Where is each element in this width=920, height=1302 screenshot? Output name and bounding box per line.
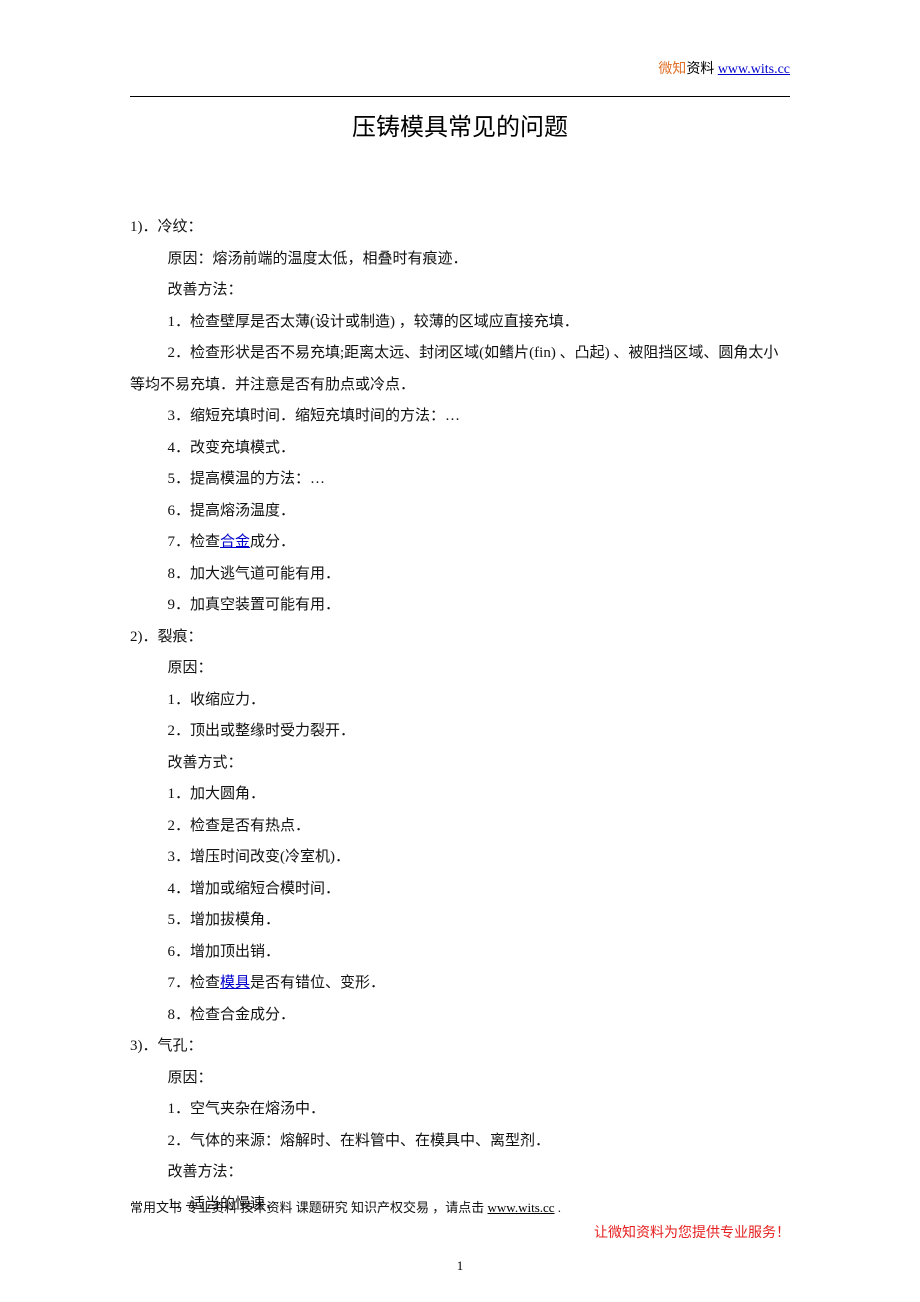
- section-2-head: 2)．裂痕：: [130, 622, 790, 654]
- section-2-item-6: 6．增加顶出销．: [130, 937, 790, 969]
- section-1-item-4: 4．改变充填模式．: [130, 433, 790, 465]
- section-1-item-7: 7．检查合金成分．: [130, 527, 790, 559]
- footer-text-post: .: [555, 1200, 562, 1215]
- footer-link[interactable]: www.wits.cc: [488, 1200, 555, 1215]
- text: 2．检查形状是否不易充填;距离太远、封闭区域(如鳍片(fin) 、凸起) 、被阻…: [130, 345, 778, 393]
- section-3-cause-1: 1．空气夹杂在熔汤中．: [130, 1094, 790, 1126]
- section-2-cause-1: 1．收缩应力．: [130, 685, 790, 717]
- header-brand: 微知资料 www.wits.cc: [658, 58, 790, 78]
- section-3-cause-label: 原因：: [130, 1063, 790, 1095]
- section-1-item-9: 9．加真空装置可能有用．: [130, 590, 790, 622]
- section-2-item-7: 7．检查模具是否有错位、变形．: [130, 968, 790, 1000]
- section-1-item-5: 5．提高模温的方法：…: [130, 464, 790, 496]
- section-2-cause-2: 2．顶出或整缘时受力裂开．: [130, 716, 790, 748]
- section-2-item-8: 8．检查合金成分．: [130, 1000, 790, 1032]
- header-divider: [130, 96, 790, 97]
- section-1-item-8: 8．加大逃气道可能有用．: [130, 559, 790, 591]
- section-2-item-2: 2．检查是否有热点．: [130, 811, 790, 843]
- section-2-item-5: 5．增加拔模角．: [130, 905, 790, 937]
- page-title: 压铸模具常见的问题: [130, 107, 790, 142]
- document-body: 1)．冷纹： 原因：熔汤前端的温度太低，相叠时有痕迹． 改善方法： 1．检查壁厚…: [130, 212, 790, 1220]
- section-2-item-3: 3．增压时间改变(冷室机)．: [130, 842, 790, 874]
- mold-link[interactable]: 模具: [220, 975, 250, 991]
- section-3-fix-label: 改善方法：: [130, 1157, 790, 1189]
- footer-line-2: 让微知资料为您提供专业服务！: [130, 1222, 790, 1242]
- brand-right: 资料: [686, 62, 714, 77]
- section-2-cause-label: 原因：: [130, 653, 790, 685]
- text-pre: 7．检查: [168, 975, 221, 991]
- section-1-item-1: 1．检查壁厚是否太薄(设计或制造) ，较薄的区域应直接充填．: [130, 307, 790, 339]
- brand-left: 微知: [658, 62, 686, 77]
- section-1-cause: 原因：熔汤前端的温度太低，相叠时有痕迹．: [130, 244, 790, 276]
- page-footer: 常用文书 专业资料 技术资料 课题研究 知识产权交易 ，请点击 www.wits…: [130, 1197, 790, 1242]
- section-2-item-4: 4．增加或缩短合模时间．: [130, 874, 790, 906]
- footer-line-1: 常用文书 专业资料 技术资料 课题研究 知识产权交易 ，请点击 www.wits…: [130, 1197, 790, 1216]
- section-1-item-6: 6．提高熔汤温度．: [130, 496, 790, 528]
- section-3-head: 3)．气孔：: [130, 1031, 790, 1063]
- section-2-item-1: 1．加大圆角．: [130, 779, 790, 811]
- text-post: 成分．: [250, 534, 295, 550]
- text-post: 是否有错位、变形．: [250, 975, 385, 991]
- section-3-cause-2: 2．气体的来源：熔解时、在料管中、在模具中、离型剂．: [130, 1126, 790, 1158]
- text-pre: 7．检查: [168, 534, 221, 550]
- header-link[interactable]: www.wits.cc: [718, 62, 790, 77]
- section-1-item-2: 2．检查形状是否不易充填;距离太远、封闭区域(如鳍片(fin) 、凸起) 、被阻…: [130, 338, 790, 401]
- section-1-fix-label: 改善方法：: [130, 275, 790, 307]
- footer-text-pre: 常用文书 专业资料 技术资料 课题研究 知识产权交易 ，请点击: [130, 1200, 488, 1215]
- section-1-head: 1)．冷纹：: [130, 212, 790, 244]
- section-1-item-3: 3．缩短充填时间．缩短充填时间的方法：…: [130, 401, 790, 433]
- document-page: 微知资料 www.wits.cc 压铸模具常见的问题 1)．冷纹： 原因：熔汤前…: [0, 0, 920, 1302]
- alloy-link[interactable]: 合金: [220, 534, 250, 550]
- page-number: 1: [0, 1258, 920, 1274]
- section-2-fix-label: 改善方式：: [130, 748, 790, 780]
